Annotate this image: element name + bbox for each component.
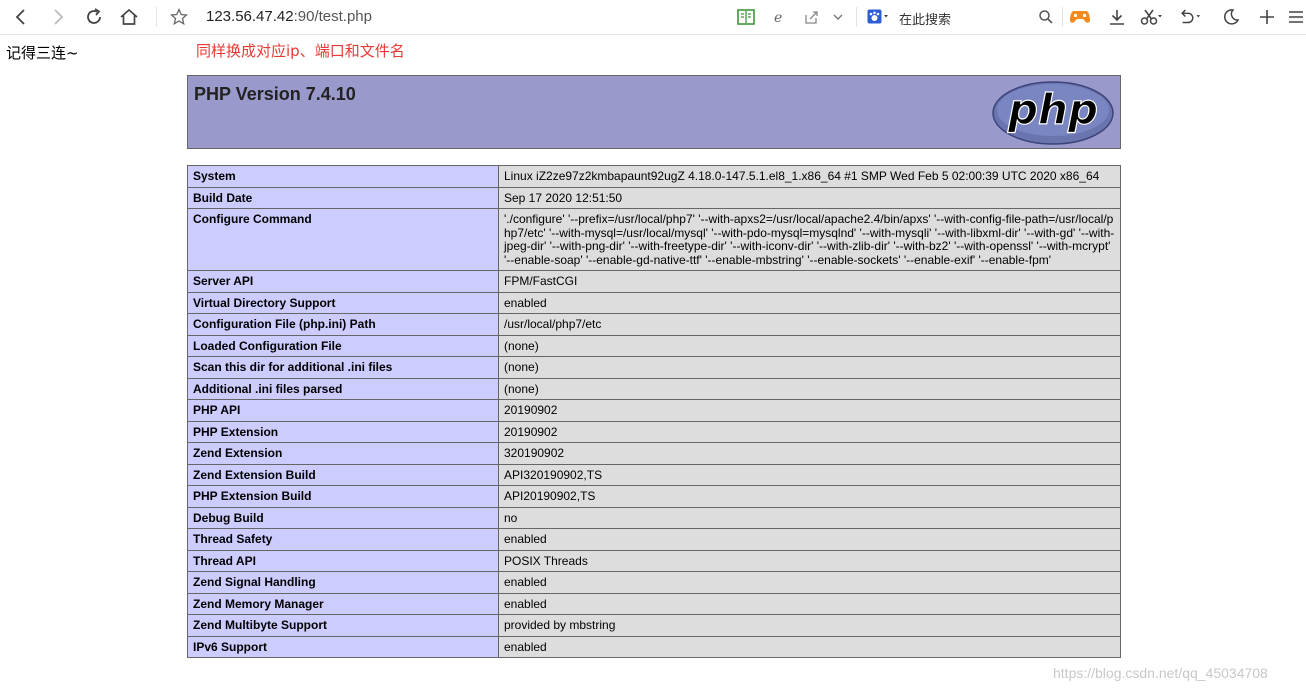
row-value: 320190902 bbox=[498, 442, 1121, 465]
home-icon[interactable] bbox=[117, 5, 141, 29]
row-key: Zend Memory Manager bbox=[187, 592, 499, 615]
table-row: Debug Build no bbox=[187, 506, 1121, 529]
row-key: IPv6 Support bbox=[187, 635, 499, 658]
row-key: Configuration File (php.ini) Path bbox=[187, 313, 499, 336]
gamepad-icon[interactable] bbox=[1068, 5, 1092, 29]
row-value: Linux iZ2ze97z2kmbapaunt92ugZ 4.18.0-147… bbox=[498, 165, 1121, 188]
table-row: Zend Signal Handling enabled bbox=[187, 571, 1121, 594]
table-row: Zend Multibyte Support provided by mbstri… bbox=[187, 614, 1121, 637]
url-path: :90/test.php bbox=[293, 8, 372, 25]
row-key: Loaded Configuration File bbox=[187, 334, 499, 357]
row-key: Zend Signal Handling bbox=[187, 571, 499, 594]
row-key: Scan this dir for additional .ini files bbox=[187, 356, 499, 379]
table-row: Configure Command './configure' '--prefix… bbox=[187, 208, 1121, 271]
reader-mode-icon[interactable] bbox=[734, 5, 758, 29]
table-row: Additional .ini files parsed (none) bbox=[187, 377, 1121, 400]
new-tab-plus-icon[interactable] bbox=[1255, 5, 1279, 29]
row-value: POSIX Threads bbox=[498, 549, 1121, 572]
table-row: Zend Extension 320190902 bbox=[187, 442, 1121, 465]
search-engine-icon[interactable] bbox=[866, 5, 890, 29]
table-row: Zend Extension Build API320190902,TS bbox=[187, 463, 1121, 486]
php-version-header: PHP Version 7.4.10 php bbox=[187, 75, 1121, 149]
row-key: Debug Build bbox=[187, 506, 499, 529]
row-value: API320190902,TS bbox=[498, 463, 1121, 486]
table-row: Loaded Configuration File (none) bbox=[187, 334, 1121, 357]
row-value: /usr/local/php7/etc bbox=[498, 313, 1121, 336]
url-host: 123.56.47.42 bbox=[206, 8, 294, 25]
reload-icon[interactable] bbox=[82, 5, 106, 29]
row-key: Zend Multibyte Support bbox=[187, 614, 499, 637]
row-key: PHP Extension Build bbox=[187, 485, 499, 508]
table-row: IPv6 Support enabled bbox=[187, 635, 1121, 658]
menu-icon[interactable] bbox=[1284, 5, 1306, 29]
row-key: Zend Extension bbox=[187, 442, 499, 465]
row-value: enabled bbox=[498, 592, 1121, 615]
row-value: enabled bbox=[498, 528, 1121, 551]
row-value: no bbox=[498, 506, 1121, 529]
row-key: Build Date bbox=[187, 186, 499, 209]
row-value: FPM/FastCGI bbox=[498, 270, 1121, 293]
toolbar-divider bbox=[856, 7, 857, 27]
ie-mode-icon[interactable]: e bbox=[768, 5, 792, 29]
screenshot-scissors-icon[interactable] bbox=[1140, 5, 1164, 29]
night-mode-icon[interactable] bbox=[1219, 5, 1243, 29]
row-value: (none) bbox=[498, 334, 1121, 357]
back-icon[interactable] bbox=[9, 5, 33, 29]
row-key: Zend Extension Build bbox=[187, 463, 499, 486]
row-value: API20190902,TS bbox=[498, 485, 1121, 508]
php-logo-text: php bbox=[1007, 85, 1098, 134]
table-row: PHP Extension 20190902 bbox=[187, 420, 1121, 443]
star-icon[interactable] bbox=[167, 5, 191, 29]
row-value: (none) bbox=[498, 377, 1121, 400]
page-title: PHP Version 7.4.10 bbox=[194, 84, 356, 104]
table-row: Thread Safety enabled bbox=[187, 528, 1121, 551]
toolbar-divider bbox=[1062, 7, 1063, 27]
share-icon[interactable] bbox=[799, 5, 823, 29]
search-icon[interactable] bbox=[1034, 5, 1058, 29]
row-value: enabled bbox=[498, 291, 1121, 314]
forward-icon[interactable] bbox=[46, 5, 70, 29]
row-key: PHP Extension bbox=[187, 420, 499, 443]
php-info-table: System Linux iZ2ze97z2kmbapaunt92ugZ 4.18… bbox=[187, 165, 1121, 658]
table-row: Zend Memory Manager enabled bbox=[187, 592, 1121, 615]
address-bar[interactable]: 123.56.47.42:90/test.php bbox=[206, 8, 372, 25]
row-key: Thread API bbox=[187, 549, 499, 572]
table-row: Configuration File (php.ini) Path/usr/lo… bbox=[187, 313, 1121, 336]
download-icon[interactable] bbox=[1105, 5, 1129, 29]
table-row: Build Date Sep 17 2020 12:51:50 bbox=[187, 186, 1121, 209]
row-value: Sep 17 2020 12:51:50 bbox=[498, 186, 1121, 209]
table-row: Scan this dir for additional .ini files(… bbox=[187, 356, 1121, 379]
annotation-text: 同样换成对应ip、端口和文件名 bbox=[196, 42, 405, 60]
row-key: Configure Command bbox=[187, 208, 499, 271]
chevron-down-icon[interactable] bbox=[826, 5, 850, 29]
row-key: Server API bbox=[187, 270, 499, 293]
row-key: Additional .ini files parsed bbox=[187, 377, 499, 400]
row-value: provided by mbstring bbox=[498, 614, 1121, 637]
table-row: Server API FPM/FastCGI bbox=[187, 270, 1121, 293]
row-value: enabled bbox=[498, 635, 1121, 658]
table-row: PHP Extension Build API20190902,TS bbox=[187, 485, 1121, 508]
row-key: System bbox=[187, 165, 499, 188]
php-info-rows: System Linux iZ2ze97z2kmbapaunt92ugZ 4.18… bbox=[187, 165, 1121, 658]
row-value: (none) bbox=[498, 356, 1121, 379]
table-row: PHP API 20190902 bbox=[187, 399, 1121, 422]
php-logo[interactable]: php bbox=[991, 80, 1115, 146]
table-row: Virtual Directory Support enabled bbox=[187, 291, 1121, 314]
table-row: Thread API POSIX Threads bbox=[187, 549, 1121, 572]
undo-icon[interactable] bbox=[1178, 5, 1202, 29]
row-value: 20190902 bbox=[498, 420, 1121, 443]
search-input[interactable]: 在此搜索 bbox=[899, 9, 951, 28]
browser-toolbar: 123.56.47.42:90/test.php e 在此搜索 bbox=[0, 0, 1306, 35]
row-key: Virtual Directory Support bbox=[187, 291, 499, 314]
toolbar-divider bbox=[156, 7, 157, 27]
row-value: './configure' '--prefix=/usr/local/php7'… bbox=[498, 208, 1121, 271]
svg-text:e: e bbox=[774, 10, 782, 25]
watermark: https://blog.csdn.net/qq_45034708 bbox=[1053, 665, 1268, 681]
table-row: System Linux iZ2ze97z2kmbapaunt92ugZ 4.18… bbox=[187, 165, 1121, 188]
row-key: PHP API bbox=[187, 399, 499, 422]
row-value: 20190902 bbox=[498, 399, 1121, 422]
row-value: enabled bbox=[498, 571, 1121, 594]
note-left-text: 记得三连~ bbox=[6, 44, 79, 62]
row-key: Thread Safety bbox=[187, 528, 499, 551]
